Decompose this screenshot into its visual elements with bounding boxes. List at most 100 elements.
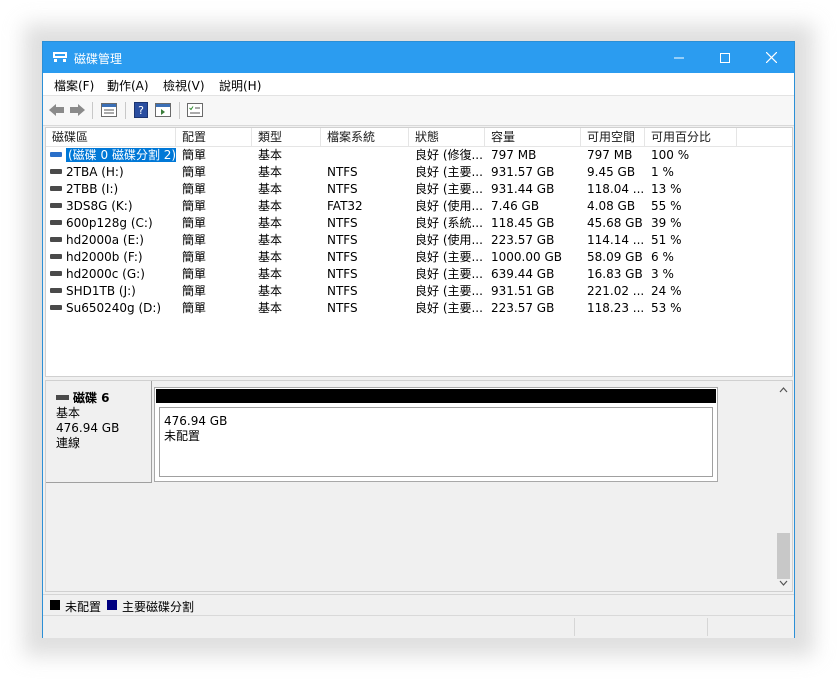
volume-name: hd2000b (F:) bbox=[66, 250, 143, 264]
column-free-space[interactable]: 可用空間 bbox=[581, 128, 645, 146]
volume-row[interactable]: SHD1TB (J:) 簡單 基本 NTFS 良好 (主要... 931.51 GB 221… bbox=[46, 283, 792, 300]
unallocated-bar bbox=[156, 389, 716, 403]
volume-row[interactable]: (磁碟 0 磁碟分割 2) 簡單 基本 良好 (修復... 797 MB 797 MB 10… bbox=[46, 147, 792, 164]
partition-label: 未配置 bbox=[164, 429, 201, 443]
disk-list-button[interactable] bbox=[100, 101, 118, 119]
volume-type-cell: 基本 bbox=[258, 250, 283, 264]
help-icon: ? bbox=[134, 102, 148, 118]
column-capacity[interactable]: 容量 bbox=[485, 128, 581, 146]
properties-button[interactable] bbox=[154, 101, 172, 119]
volume-name: hd2000c (G:) bbox=[66, 267, 145, 281]
volume-pct-cell: 6 % bbox=[651, 250, 674, 264]
title-bar[interactable]: 磁碟管理 bbox=[43, 42, 794, 73]
volume-icon bbox=[50, 288, 62, 293]
volume-pct-cell: 53 % bbox=[651, 301, 682, 315]
column-type[interactable]: 類型 bbox=[252, 128, 321, 146]
disk-type: 基本 bbox=[56, 406, 81, 420]
volume-row[interactable]: 2TBB (I:) 簡單 基本 NTFS 良好 (主要... 931.44 GB 118.0… bbox=[46, 181, 792, 198]
volume-layout-cell: 簡單 bbox=[182, 250, 207, 264]
legend: 未配置 主要磁碟分割 bbox=[43, 594, 794, 615]
menu-file[interactable]: 檔案(F) bbox=[54, 77, 94, 94]
volume-fs-cell bbox=[321, 147, 409, 164]
menu-help[interactable]: 說明(H) bbox=[219, 77, 261, 94]
volume-type-cell: 基本 bbox=[258, 284, 283, 298]
volume-name: 3DS8G (K:) bbox=[66, 199, 133, 213]
volume-capacity-cell: 931.51 GB bbox=[491, 284, 555, 298]
volume-icon bbox=[50, 237, 62, 242]
volume-type-cell: 基本 bbox=[258, 267, 283, 281]
menu-action[interactable]: 動作(A) bbox=[107, 77, 149, 94]
close-button[interactable] bbox=[748, 42, 794, 73]
volume-type-cell: 基本 bbox=[258, 148, 283, 162]
volume-capacity-cell: 118.45 GB bbox=[491, 216, 555, 230]
maximize-button[interactable] bbox=[702, 42, 748, 73]
volume-type-cell: 基本 bbox=[258, 199, 283, 213]
volume-icon bbox=[50, 271, 62, 276]
volume-capacity-cell: 7.46 GB bbox=[491, 199, 540, 213]
volume-free-cell: 114.14 ... bbox=[587, 233, 645, 247]
volume-type-cell: 基本 bbox=[258, 233, 283, 247]
legend-unallocated: 未配置 bbox=[65, 600, 102, 614]
forward-button[interactable] bbox=[68, 101, 86, 119]
volume-pct-cell: 24 % bbox=[651, 284, 682, 298]
volume-status-cell: 良好 (系統... bbox=[415, 216, 483, 230]
volume-row[interactable]: 3DS8G (K:) 簡單 基本 FAT32 良好 (使用... 7.46 GB 4.08 … bbox=[46, 198, 792, 215]
scroll-down-button[interactable] bbox=[775, 574, 792, 591]
column-layout[interactable]: 配置 bbox=[176, 128, 252, 146]
minimize-button[interactable] bbox=[656, 42, 702, 73]
scroll-up-button[interactable] bbox=[775, 381, 792, 398]
volume-name-cell: 2TBB (I:) bbox=[46, 181, 176, 198]
volume-icon bbox=[50, 305, 62, 310]
volume-fs-cell: NTFS bbox=[327, 233, 358, 247]
volume-free-cell: 4.08 GB bbox=[587, 199, 636, 213]
volume-name: 600p128g (C:) bbox=[66, 216, 153, 230]
volume-free-cell: 118.23 ... bbox=[587, 301, 645, 315]
volume-pct-cell: 3 % bbox=[651, 267, 674, 281]
volume-status-cell: 良好 (修復... bbox=[415, 148, 483, 162]
checklist-icon bbox=[187, 103, 203, 117]
volume-free-cell: 9.45 GB bbox=[587, 165, 636, 179]
volume-row[interactable]: hd2000a (E:) 簡單 基本 NTFS 良好 (使用... 223.57 GB 11… bbox=[46, 232, 792, 249]
column-volume[interactable]: 磁碟區 bbox=[46, 128, 176, 146]
window-title: 磁碟管理 bbox=[74, 52, 123, 66]
volume-name-cell: 3DS8G (K:) bbox=[46, 198, 176, 215]
column-filesystem[interactable]: 檔案系統 bbox=[321, 128, 409, 146]
volume-pct-cell: 39 % bbox=[651, 216, 682, 230]
back-icon bbox=[48, 104, 64, 116]
volume-fs-cell: NTFS bbox=[327, 165, 358, 179]
volume-name: hd2000a (E:) bbox=[66, 233, 144, 247]
volume-list: 磁碟區 配置 類型 檔案系統 狀態 容量 可用空間 可用百分比 (磁碟 0 磁碟… bbox=[45, 127, 793, 377]
column-free-percent[interactable]: 可用百分比 bbox=[645, 128, 737, 146]
checklist-button[interactable] bbox=[186, 101, 204, 119]
volume-row[interactable]: 2TBA (H:) 簡單 基本 NTFS 良好 (主要... 931.57 GB 9.45 … bbox=[46, 164, 792, 181]
help-button[interactable]: ? bbox=[133, 101, 149, 119]
volume-status-cell: 良好 (主要... bbox=[415, 165, 483, 179]
volume-row[interactable]: Su650240g (D:) 簡單 基本 NTFS 良好 (主要... 223.57 GB… bbox=[46, 300, 792, 317]
volume-name-cell: SHD1TB (J:) bbox=[46, 283, 176, 300]
volume-capacity-cell: 223.57 GB bbox=[491, 301, 555, 315]
volume-type-cell: 基本 bbox=[258, 165, 283, 179]
unallocated-partition[interactable]: 476.94 GB 未配置 bbox=[159, 407, 713, 477]
column-status[interactable]: 狀態 bbox=[409, 128, 485, 146]
volume-pct-cell: 13 % bbox=[651, 182, 682, 196]
volume-free-cell: 58.09 GB bbox=[587, 250, 643, 264]
volume-layout-cell: 簡單 bbox=[182, 182, 207, 196]
volume-fs-cell: NTFS bbox=[327, 301, 358, 315]
scroll-thumb[interactable] bbox=[777, 533, 790, 579]
forward-icon bbox=[69, 104, 85, 116]
disk-state: 連線 bbox=[56, 436, 81, 450]
menu-view[interactable]: 檢視(V) bbox=[163, 77, 205, 94]
disk-info[interactable]: 磁碟 6 基本 476.94 GB 連線 bbox=[46, 381, 152, 483]
disk-list-icon bbox=[101, 103, 117, 117]
volume-row[interactable]: 600p128g (C:) 簡單 基本 NTFS 良好 (系統... 118.45 GB 4… bbox=[46, 215, 792, 232]
volume-free-cell: 118.04 ... bbox=[587, 182, 645, 196]
volume-name: 2TBA (H:) bbox=[66, 165, 124, 179]
legend-swatch-primary bbox=[107, 600, 117, 610]
volume-name: 2TBB (I:) bbox=[66, 182, 119, 196]
vertical-scrollbar[interactable] bbox=[775, 381, 792, 591]
volume-row[interactable]: hd2000b (F:) 簡單 基本 NTFS 良好 (主要... 1000.00 GB 5… bbox=[46, 249, 792, 266]
volume-row[interactable]: hd2000c (G:) 簡單 基本 NTFS 良好 (主要... 639.44 GB 16… bbox=[46, 266, 792, 283]
status-bar bbox=[43, 615, 794, 638]
volume-status-cell: 良好 (主要... bbox=[415, 301, 483, 315]
back-button[interactable] bbox=[47, 101, 65, 119]
